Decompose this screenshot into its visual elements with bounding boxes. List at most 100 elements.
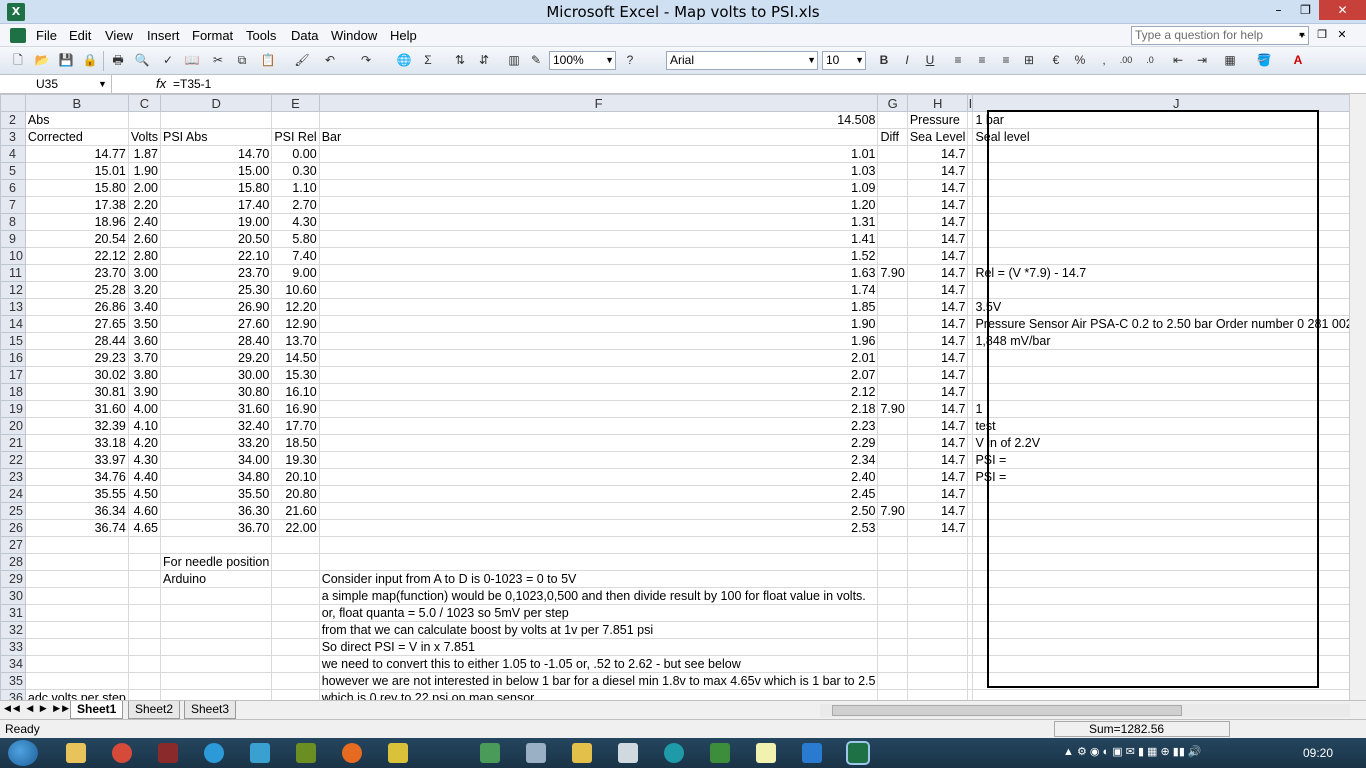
cell-b22[interactable]: 33.97 — [24, 451, 129, 469]
cell-j2[interactable]: 1 bar — [972, 111, 1349, 129]
cell-g7[interactable] — [877, 196, 908, 214]
cell-j35[interactable] — [972, 672, 1349, 690]
cell-d35[interactable] — [159, 672, 273, 690]
excel-taskbar-icon[interactable] — [846, 741, 870, 765]
cell-e2[interactable] — [271, 111, 320, 129]
cell-d19[interactable]: 31.60 — [159, 400, 273, 418]
row-header[interactable]: 6 — [0, 179, 26, 197]
cell-g13[interactable] — [877, 298, 908, 316]
row-header[interactable]: 36 — [0, 689, 26, 700]
row-header[interactable]: 13 — [0, 298, 26, 316]
row-header[interactable]: 27 — [0, 536, 26, 554]
sort-ascending-icon[interactable]: ⇅ — [452, 52, 468, 68]
cell-h3[interactable]: Sea Level — [906, 128, 969, 146]
app-icon-yellow[interactable] — [388, 743, 408, 763]
formula-input[interactable]: =T35-1 — [173, 75, 211, 93]
cell-j30[interactable] — [972, 587, 1349, 605]
cell-d33[interactable] — [159, 638, 273, 656]
column-header-d[interactable]: D — [159, 94, 273, 112]
chart-wizard-icon[interactable]: ▥ — [506, 52, 522, 68]
align-center-icon[interactable]: ≡ — [974, 52, 990, 68]
cell-e33[interactable] — [271, 638, 320, 656]
cell-e36[interactable] — [271, 689, 320, 700]
cell-h18[interactable]: 14.7 — [906, 383, 969, 401]
cell-g23[interactable] — [877, 468, 908, 486]
cell-c11[interactable]: 3.00 — [127, 264, 161, 282]
name-box[interactable]: U35 — [0, 75, 112, 93]
cell-d8[interactable]: 19.00 — [159, 213, 273, 231]
cell-c26[interactable]: 4.65 — [127, 519, 161, 537]
cell-f32[interactable]: from that we can calculate boost by volt… — [318, 621, 879, 639]
cell-c30[interactable] — [127, 587, 161, 605]
cell-g4[interactable] — [877, 145, 908, 163]
row-header[interactable]: 2 — [0, 111, 26, 129]
cell-e24[interactable]: 20.80 — [271, 485, 320, 503]
row-header[interactable]: 8 — [0, 213, 26, 231]
row-header[interactable]: 11 — [0, 264, 26, 282]
select-all-corner[interactable] — [0, 94, 26, 112]
cell-d5[interactable]: 15.00 — [159, 162, 273, 180]
cell-b6[interactable]: 15.80 — [24, 179, 129, 197]
cell-c28[interactable] — [127, 553, 161, 571]
cell-d25[interactable]: 36.30 — [159, 502, 273, 520]
cell-e23[interactable]: 20.10 — [271, 468, 320, 486]
cell-e34[interactable] — [271, 655, 320, 673]
cell-b28[interactable] — [24, 553, 129, 571]
cell-c19[interactable]: 4.00 — [127, 400, 161, 418]
cell-e27[interactable] — [271, 536, 320, 554]
cell-c31[interactable] — [127, 604, 161, 622]
cell-d20[interactable]: 32.40 — [159, 417, 273, 435]
cell-b24[interactable]: 35.55 — [24, 485, 129, 503]
cell-c16[interactable]: 3.70 — [127, 349, 161, 367]
cell-d24[interactable]: 35.50 — [159, 485, 273, 503]
cube-icon[interactable] — [618, 743, 638, 763]
menu-data[interactable]: Data — [291, 28, 318, 43]
cell-b8[interactable]: 18.96 — [24, 213, 129, 231]
cell-j6[interactable] — [972, 179, 1349, 197]
cell-d27[interactable] — [159, 536, 273, 554]
autosum-icon[interactable]: Σ — [420, 52, 436, 68]
cell-c13[interactable]: 3.40 — [127, 298, 161, 316]
cell-d36[interactable] — [159, 689, 273, 700]
cell-c24[interactable]: 4.50 — [127, 485, 161, 503]
row-header[interactable]: 12 — [0, 281, 26, 299]
cell-c6[interactable]: 2.00 — [127, 179, 161, 197]
cell-d28[interactable]: For needle position — [159, 553, 273, 571]
cell-h19[interactable]: 14.7 — [906, 400, 969, 418]
decrease-indent-icon[interactable]: ⇤ — [1170, 52, 1186, 68]
cell-f27[interactable] — [318, 536, 879, 554]
maximize-button[interactable]: ❐ — [1292, 0, 1319, 20]
cell-d21[interactable]: 33.20 — [159, 434, 273, 452]
merge-center-icon[interactable]: ⊞ — [1021, 52, 1037, 68]
cell-b17[interactable]: 30.02 — [24, 366, 129, 384]
cell-c3[interactable]: Volts — [127, 128, 161, 146]
cell-f6[interactable]: 1.09 — [318, 179, 879, 197]
cell-c15[interactable]: 3.60 — [127, 332, 161, 350]
cell-j7[interactable] — [972, 196, 1349, 214]
cell-j5[interactable] — [972, 162, 1349, 180]
cell-e7[interactable]: 2.70 — [271, 196, 320, 214]
horizontal-scrollbar[interactable] — [820, 704, 1350, 717]
menu-file[interactable]: File — [36, 28, 57, 43]
row-header[interactable]: 14 — [0, 315, 26, 333]
row-header[interactable]: 5 — [0, 162, 26, 180]
format-painter-icon[interactable]: 🖌 — [294, 52, 310, 68]
arduino-icon[interactable] — [664, 743, 684, 763]
cell-h15[interactable]: 14.7 — [906, 332, 969, 350]
cell-g24[interactable] — [877, 485, 908, 503]
cell-c14[interactable]: 3.50 — [127, 315, 161, 333]
cell-g27[interactable] — [877, 536, 908, 554]
cell-d13[interactable]: 26.90 — [159, 298, 273, 316]
cell-j27[interactable] — [972, 536, 1349, 554]
cell-j20[interactable]: test — [972, 417, 1349, 435]
cell-e29[interactable] — [271, 570, 320, 588]
menu-help[interactable]: Help — [390, 28, 417, 43]
row-header[interactable]: 15 — [0, 332, 26, 350]
cell-d11[interactable]: 23.70 — [159, 264, 273, 282]
cell-e22[interactable]: 19.30 — [271, 451, 320, 469]
cell-b19[interactable]: 31.60 — [24, 400, 129, 418]
cell-b3[interactable]: Corrected — [24, 128, 129, 146]
cell-g18[interactable] — [877, 383, 908, 401]
cell-h8[interactable]: 14.7 — [906, 213, 969, 231]
cell-c27[interactable] — [127, 536, 161, 554]
